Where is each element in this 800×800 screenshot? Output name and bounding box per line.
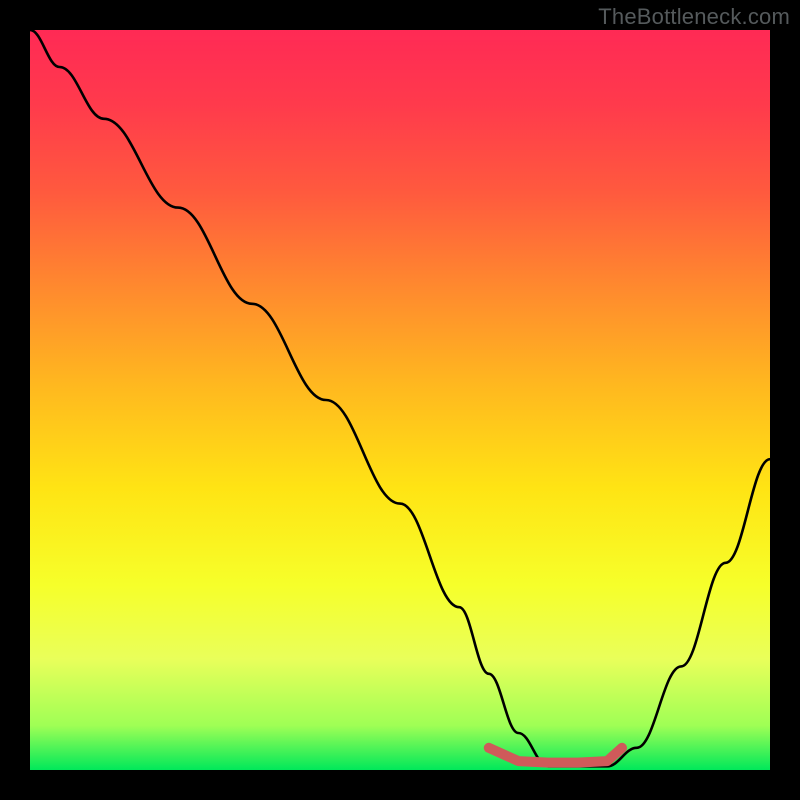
plot-area xyxy=(30,30,770,770)
optimal-region-path xyxy=(489,748,622,763)
chart-frame: TheBottleneck.com xyxy=(0,0,800,800)
chart-svg xyxy=(30,30,770,770)
bottleneck-curve-path xyxy=(30,30,770,766)
watermark-text: TheBottleneck.com xyxy=(598,4,790,30)
